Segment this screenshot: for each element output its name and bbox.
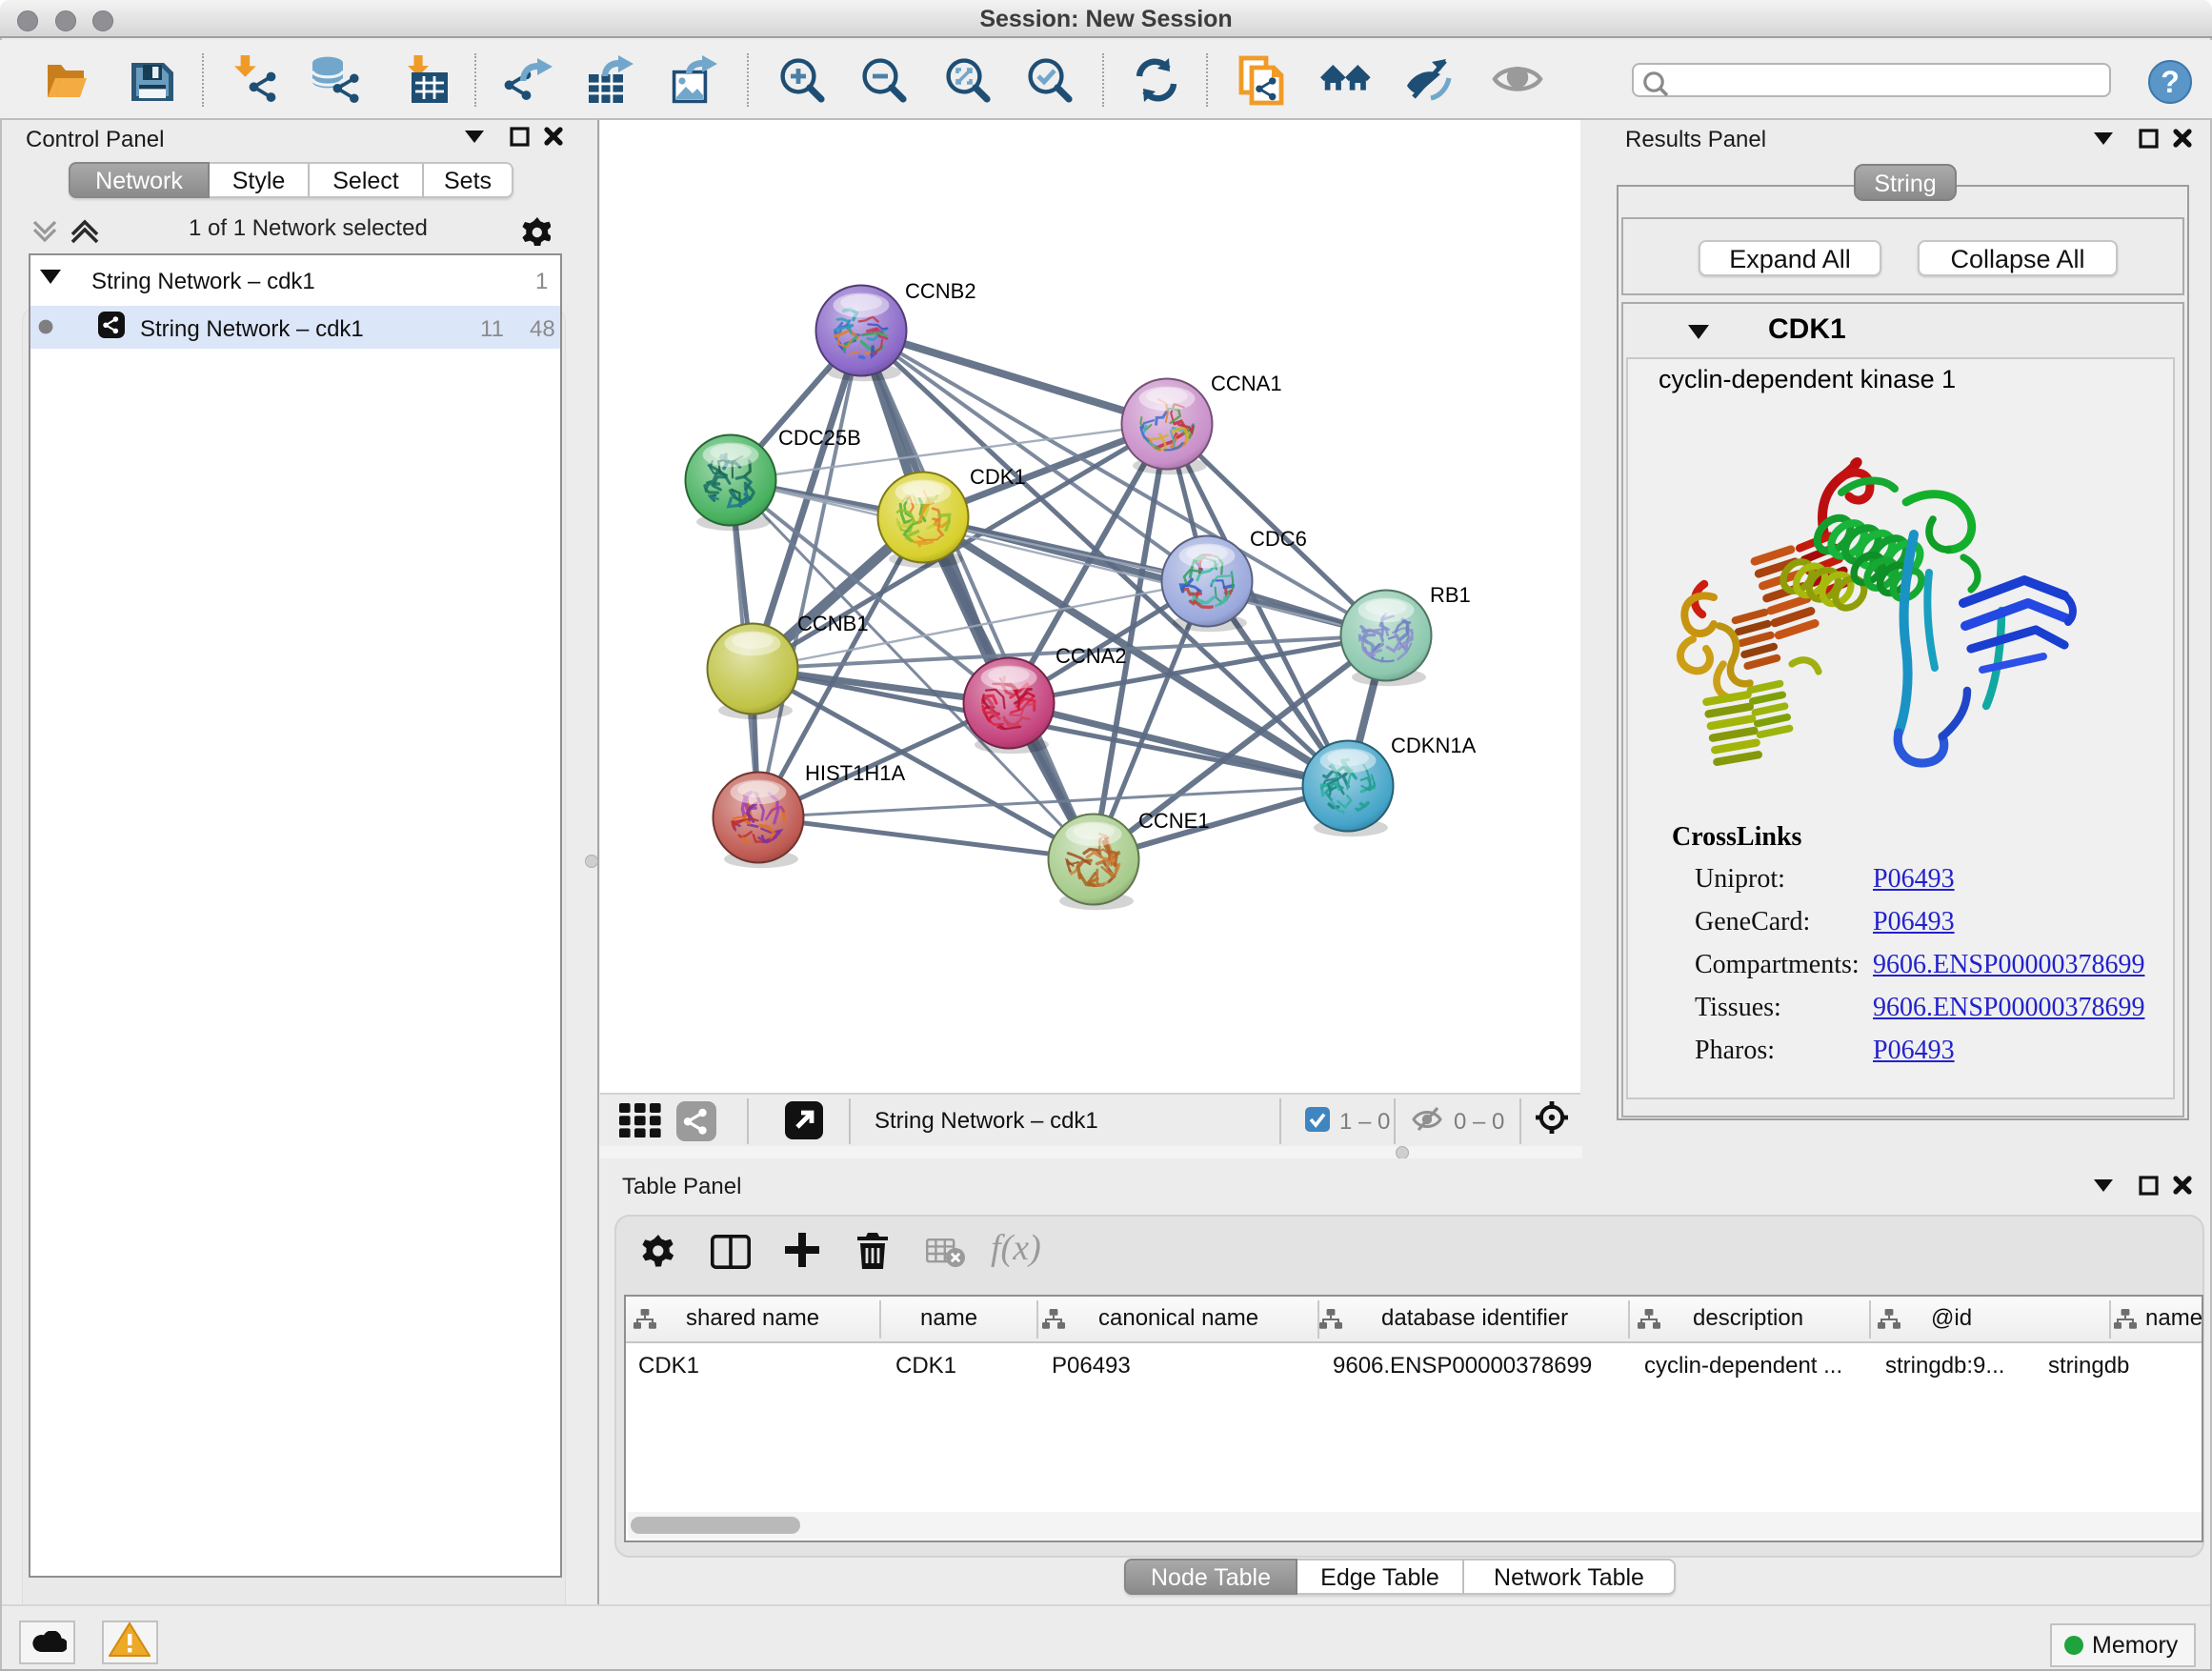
svg-text:CDC6: CDC6 bbox=[1250, 527, 1307, 551]
svg-text:CCNE1: CCNE1 bbox=[1138, 809, 1210, 833]
svg-text:RB1: RB1 bbox=[1430, 583, 1471, 607]
svg-text:CCNA2: CCNA2 bbox=[1056, 644, 1127, 668]
svg-text:CCNB2: CCNB2 bbox=[905, 279, 976, 303]
svg-text:CCNB1: CCNB1 bbox=[797, 612, 869, 635]
svg-text:CCNA1: CCNA1 bbox=[1211, 372, 1282, 395]
svg-text:HIST1H1A: HIST1H1A bbox=[805, 761, 905, 785]
svg-text:CDKN1A: CDKN1A bbox=[1391, 734, 1477, 757]
svg-text:CDK1: CDK1 bbox=[970, 465, 1026, 489]
svg-text:CDC25B: CDC25B bbox=[778, 426, 861, 450]
svg-text:?: ? bbox=[2161, 65, 2180, 99]
